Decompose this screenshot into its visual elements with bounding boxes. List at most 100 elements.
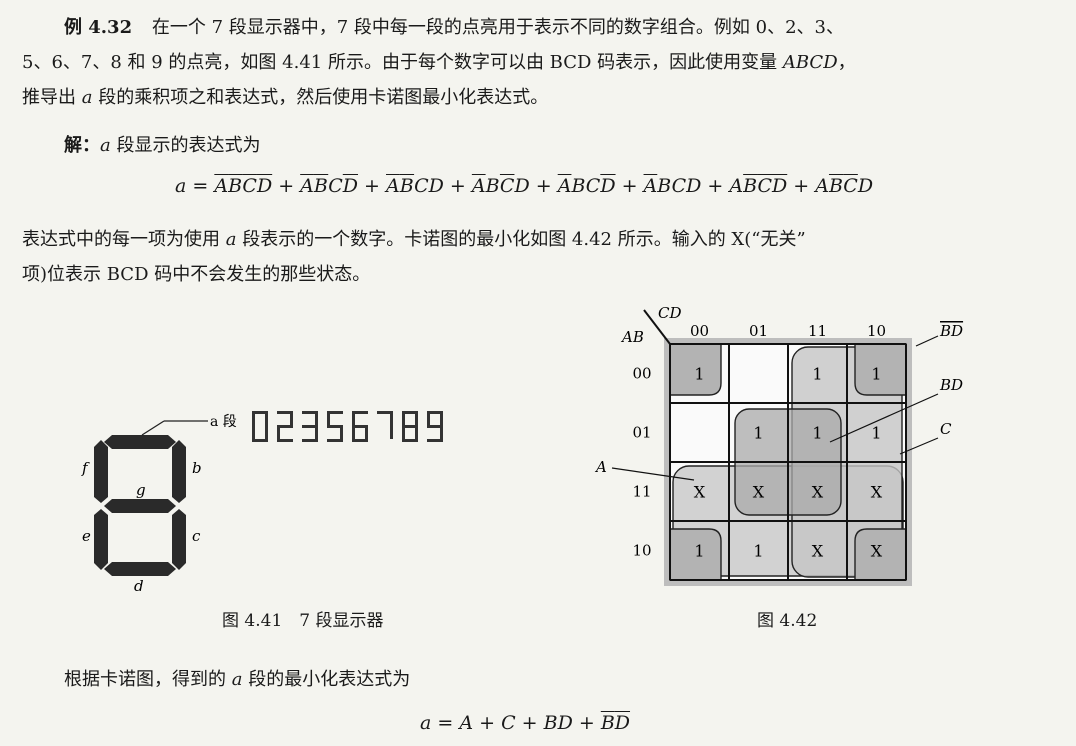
eq1-variable: D <box>686 175 702 197</box>
col-header: 10 <box>867 322 886 340</box>
a-segment-label: a 段 <box>210 414 237 430</box>
seg-label-g: g <box>136 481 146 499</box>
digit-segment-c <box>340 425 343 439</box>
digit-segment-d <box>352 439 368 442</box>
eq1-variable: B <box>485 175 500 197</box>
digit-segment-f <box>352 411 355 425</box>
eq1-term: ABCD <box>644 175 702 197</box>
digit-segment-f <box>427 411 430 425</box>
seven-seg-digit-2 <box>277 411 293 442</box>
eq1-variable: B <box>657 175 672 197</box>
col-header: 11 <box>808 322 827 340</box>
eq1-plus: + <box>529 175 558 197</box>
seven-seg-digit-3 <box>302 411 318 442</box>
digit-segment-b <box>390 411 393 425</box>
segment-e <box>94 509 108 570</box>
eq1-term: ABCD <box>386 175 444 197</box>
digit-segment-d <box>327 439 343 442</box>
eq1-variable: D <box>428 175 444 197</box>
eq1-variable: B <box>313 175 329 197</box>
map-cell: X <box>753 483 765 502</box>
digit-segment-c <box>390 425 393 439</box>
digit-segment-b <box>315 411 318 425</box>
row-header: 01 <box>632 424 651 442</box>
eq1-variable: B <box>399 175 415 197</box>
eq1-term: ABCD <box>300 175 358 197</box>
seg-label-c: c <box>192 527 201 545</box>
digit-segment-b <box>265 411 268 425</box>
segment-d <box>104 562 176 576</box>
digit-segment-g <box>402 425 418 428</box>
eq1-variable: D <box>772 175 788 197</box>
row-header: 11 <box>632 483 651 501</box>
eq1-term: ABCD <box>214 175 272 197</box>
eq1-variable: C <box>414 175 429 197</box>
col-header: 01 <box>749 322 768 340</box>
example-line1: 在一个 7 段显示器中，7 段中每一段的点亮用于表示不同的数字组合。例如 0、2… <box>151 17 844 38</box>
eq1-variable: B <box>828 175 844 197</box>
eq1-variable: D <box>857 175 874 197</box>
digit-segment-e <box>277 425 280 439</box>
map-cell: X <box>812 483 824 502</box>
col-var-label: CD <box>658 304 682 322</box>
map-cell: 1 <box>871 365 881 384</box>
seven-seg-digit-9 <box>427 411 443 442</box>
eq1-variable: A <box>214 175 229 197</box>
digit-segment-b <box>440 411 443 425</box>
segment-c <box>172 509 186 570</box>
row-header: 10 <box>632 542 651 560</box>
map-cell: X <box>871 483 883 502</box>
digit-segment-c <box>265 425 268 439</box>
map-cell: X <box>812 542 824 561</box>
map-cell: 1 <box>871 424 881 443</box>
label-c: C <box>940 420 952 438</box>
arrow-bd-bar <box>915 335 939 347</box>
label-bd-bar: BD <box>939 322 963 340</box>
figure-4-42-caption: 图 4.42 <box>757 611 818 631</box>
seven-seg-digit-8 <box>402 411 418 442</box>
explain-line1: 表达式中的每一项为使用 a 段表示的一个数字。卡诺图的最小化如图 4.42 所示… <box>22 229 806 250</box>
seven-segment-display <box>94 435 186 576</box>
eq1-variable: C <box>242 175 257 197</box>
eq1-term: ABCD <box>729 175 787 197</box>
digit-segment-e <box>252 425 255 439</box>
digit-segment-c <box>315 425 318 439</box>
example-paragraph: 例 4.32 在一个 7 段显示器中，7 段中每一段的点亮用于表示不同的数字组合… <box>22 10 1062 45</box>
eq1-term: ABCD <box>472 175 530 197</box>
row-var-label: AB <box>620 328 644 346</box>
digit-segment-b <box>290 411 293 425</box>
example-line3: 推导出 a 段的乘积项之和表达式，然后使用卡诺图最小化表达式。 <box>22 87 549 108</box>
digit-segment-c <box>365 425 368 439</box>
eq1-variable: A <box>643 175 658 197</box>
seven-seg-digit-5 <box>327 411 343 442</box>
example-label: 例 4.32 <box>64 17 133 38</box>
row-header: 00 <box>632 365 651 383</box>
figure-4-42-karnaugh-map: CDAB 00 01 11 10000111101 1 11 1 1X X X X1 1 X XBDBDCA <box>594 304 963 586</box>
map-cell: X <box>694 483 706 502</box>
eq1-term: ABCD <box>558 175 616 197</box>
eq1-variable: B <box>571 175 586 197</box>
map-cell: 1 <box>812 424 822 443</box>
eq1-variable: A <box>557 175 572 197</box>
eq1-variable: D <box>256 175 273 197</box>
eq1-variable: C <box>843 175 858 197</box>
eq1-variable: B <box>743 175 758 197</box>
eq2-term: A <box>459 712 474 734</box>
digit-segment-f <box>327 411 330 425</box>
example-line2: 5、6、7、8 和 9 的点亮，如图 4.41 所示。由于每个数字可以由 BCD… <box>22 52 856 73</box>
eq1-variable: A <box>815 175 829 197</box>
segment-g <box>104 499 176 513</box>
eq1-plus: + <box>701 175 730 197</box>
eq2-term: B <box>600 712 615 734</box>
digit-segment-d <box>277 439 293 442</box>
seg-label-b: b <box>192 459 202 477</box>
seg-label-f: f <box>81 459 90 477</box>
a-segment-pointer <box>141 420 165 436</box>
segment-f <box>94 440 108 503</box>
map-cell: 1 <box>753 542 763 561</box>
map-cell: 1 <box>694 365 704 384</box>
eq1-plus: + <box>787 175 816 197</box>
seven-seg-digit-7 <box>377 411 393 439</box>
eq1-equals: = <box>186 175 215 197</box>
digit-segment-g <box>427 425 443 428</box>
